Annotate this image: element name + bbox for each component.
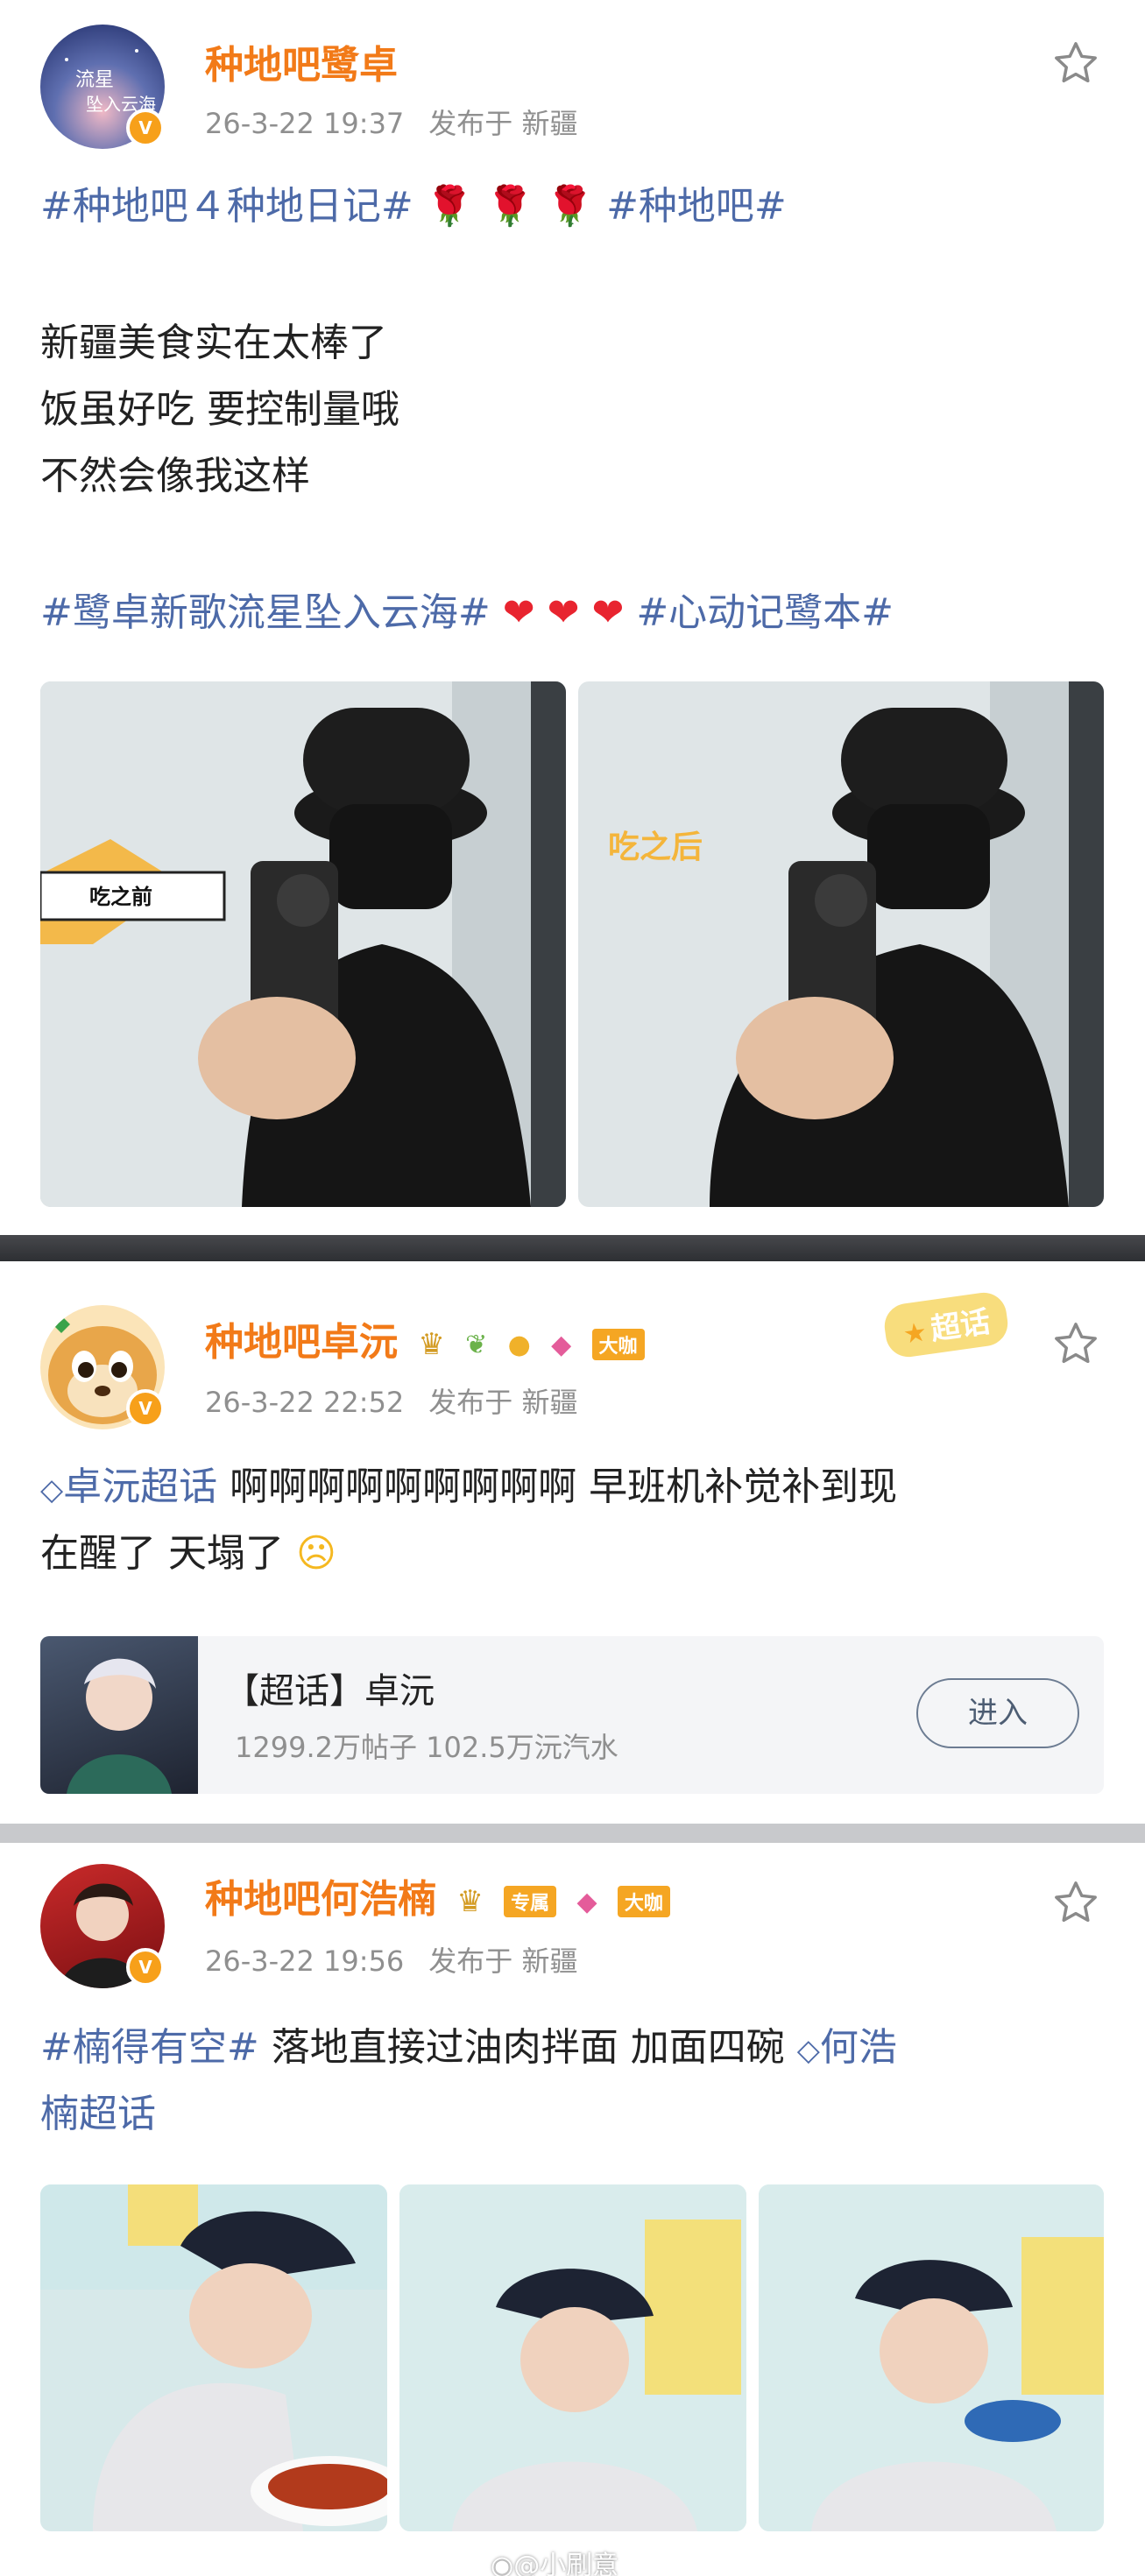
post-image[interactable]: 吃之前 bbox=[40, 681, 566, 1207]
post-3: V 种地吧何浩楠 ♛ 专属 ◆ 大咖 26-3-22 19:56 发布于 新疆 #… bbox=[0, 1843, 1145, 2576]
image-caption: 吃之前 bbox=[89, 885, 152, 909]
post-body: #种地吧４种地日记# 🌹 🌹 🌹 #种地吧# bbox=[40, 173, 787, 240]
post-image[interactable] bbox=[40, 2184, 387, 2531]
post-2: V 种地吧卓沅 ♛ ❦ ● ◆ 大咖 26-3-22 22:52 发布于 新疆 ★… bbox=[0, 1261, 1145, 1824]
hashtag-link[interactable]: #楠得有空# bbox=[40, 2025, 259, 2070]
fish-badge-icon: ● bbox=[507, 1329, 531, 1360]
image-caption: 吃之后 bbox=[608, 829, 703, 865]
person-portrait-icon bbox=[67, 1658, 172, 1794]
watermark: ◉@小刷意 bbox=[491, 2544, 618, 2576]
post-image[interactable] bbox=[759, 2184, 1104, 2531]
post-body: #楠得有空# 落地直接过油肉拌面 加面四碗 ◇何浩 bbox=[40, 2025, 897, 2070]
favorite-star-icon[interactable] bbox=[1051, 1878, 1100, 1927]
diamond-badge-icon: ◆ bbox=[551, 1329, 572, 1360]
post-body-tags: #鹭卓新歌流星坠入云海# ❤ ❤ ❤ #心动记鹭本# bbox=[40, 580, 894, 646]
hashtag-link[interactable]: #心动记鹭本# bbox=[636, 590, 894, 635]
supertopic-icon: ◇ bbox=[40, 1472, 64, 1507]
sparkle-icon: ★ bbox=[901, 1316, 929, 1351]
crown-badge-icon: ♛ bbox=[456, 1884, 484, 1919]
supertopic-cover bbox=[40, 1636, 198, 1794]
eating-photo-image bbox=[40, 2184, 387, 2531]
favorite-star-icon[interactable] bbox=[1051, 1319, 1100, 1368]
mirror-selfie-image bbox=[578, 681, 1104, 1207]
eating-photo-image bbox=[759, 2184, 1104, 2531]
hashtag-link[interactable]: #鹭卓新歌流星坠入云海# bbox=[40, 590, 491, 635]
post-line: 饭虽好吃 要控制量哦 bbox=[40, 387, 399, 432]
author-name[interactable]: 种地吧何浩楠 ♛ 专属 ◆ 大咖 bbox=[205, 1867, 670, 1923]
post-time: 26-3-22 19:56 bbox=[205, 1944, 405, 1978]
verified-icon: V bbox=[126, 109, 165, 147]
supertopic-stats: 1299.2万帖子 102.5万沅汽水 bbox=[235, 1731, 618, 1764]
post-image[interactable] bbox=[399, 2184, 746, 2531]
favorite-star-icon[interactable] bbox=[1051, 39, 1100, 88]
supertopic-link[interactable]: 楠超话 bbox=[40, 2092, 156, 2136]
feed: 流星 坠入云海 V 种地吧鹭卓 26-3-22 19:37 发布于 新疆 #种地吧… bbox=[0, 0, 1145, 2576]
supertopic-title: 【超话】卓沅 bbox=[224, 1671, 435, 1711]
hashtag-link[interactable]: #种地吧４种地日记# bbox=[40, 184, 413, 229]
divider bbox=[0, 1824, 1145, 1843]
rose-emoji-icon: 🌹 🌹 🌹 bbox=[425, 184, 595, 229]
verified-icon: V bbox=[126, 1948, 165, 1987]
exclusive-badge: 专属 bbox=[504, 1886, 557, 1917]
post-line: 在醒了 天塌了 ☹ bbox=[40, 1531, 336, 1576]
supertopic-card[interactable]: 【超话】卓沅 1299.2万帖子 102.5万沅汽水 进入 bbox=[40, 1636, 1104, 1794]
post-time: 26-3-22 22:52 bbox=[205, 1386, 405, 1419]
author-name[interactable]: 种地吧卓沅 ♛ ❦ ● ◆ 大咖 bbox=[205, 1310, 645, 1366]
post-location: 发布于 新疆 bbox=[428, 1386, 578, 1419]
author-name[interactable]: 种地吧鹭卓 bbox=[205, 33, 398, 89]
vip-badge: 大咖 bbox=[591, 1329, 645, 1360]
post-line: 不然会像我这样 bbox=[40, 454, 310, 498]
supertopic-icon: ◇ bbox=[796, 2033, 820, 2068]
sprout-badge-icon: ❦ bbox=[465, 1329, 488, 1360]
heart-emoji-icon: ❤ ❤ ❤ bbox=[502, 590, 625, 635]
post-body: ◇卓沅超话 啊啊啊啊啊啊啊啊啊 早班机补觉补到现 bbox=[40, 1464, 898, 1509]
post-location: 发布于 新疆 bbox=[428, 107, 578, 140]
post-image[interactable]: 吃之后 bbox=[578, 681, 1104, 1207]
post-time: 26-3-22 19:37 bbox=[205, 107, 405, 140]
divider bbox=[0, 1235, 1145, 1261]
mirror-selfie-image bbox=[40, 681, 566, 1207]
crown-badge-icon: ♛ bbox=[418, 1327, 445, 1362]
vip-badge: 大咖 bbox=[617, 1886, 670, 1917]
post-meta: 26-3-22 19:56 发布于 新疆 bbox=[205, 1939, 602, 1980]
supertopic-sticker: ★ 超话 bbox=[881, 1289, 1011, 1360]
hashtag-link[interactable]: #种地吧# bbox=[606, 184, 787, 229]
post-1: 流星 坠入云海 V 种地吧鹭卓 26-3-22 19:37 发布于 新疆 #种地吧… bbox=[0, 0, 1145, 1235]
svg-text:流星: 流星 bbox=[75, 69, 114, 91]
crying-face-icon: ☹ bbox=[296, 1531, 336, 1576]
supertopic-link[interactable]: ◇何浩 bbox=[797, 2025, 897, 2070]
diamond-badge-icon: ◆ bbox=[576, 1886, 597, 1917]
post-line: 新疆美食实在太棒了 bbox=[40, 321, 387, 365]
weibo-logo-icon: ◉ bbox=[491, 2551, 514, 2576]
post-line: 楠超话 bbox=[40, 2081, 156, 2148]
eating-photo-image bbox=[399, 2184, 746, 2531]
enter-button[interactable]: 进入 bbox=[916, 1678, 1079, 1748]
post-location: 发布于 新疆 bbox=[428, 1944, 578, 1978]
verified-icon: V bbox=[126, 1389, 165, 1428]
post-meta: 26-3-22 19:37 发布于 新疆 bbox=[205, 102, 602, 142]
supertopic-link[interactable]: ◇卓沅超话 bbox=[40, 1464, 217, 1509]
post-meta: 26-3-22 22:52 发布于 新疆 bbox=[205, 1380, 602, 1421]
